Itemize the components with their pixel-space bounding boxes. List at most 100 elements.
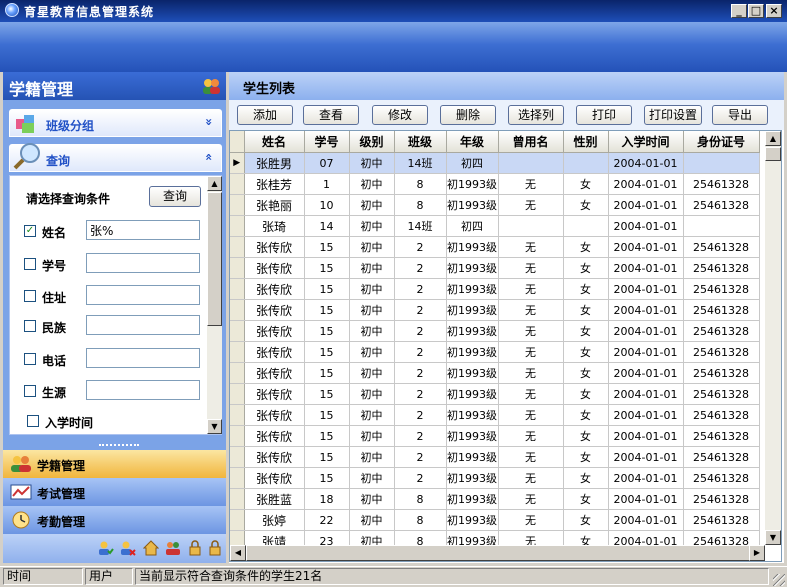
table-cell[interactable]: 15 [304, 383, 350, 405]
table-cell[interactable]: 女 [563, 509, 609, 531]
table-cell[interactable]: 25461328 [683, 278, 760, 300]
student-id-field[interactable] [86, 253, 200, 273]
table-cell[interactable]: 无 [498, 299, 564, 321]
row-indicator[interactable] [230, 236, 245, 258]
table-cell[interactable]: 2004-01-01 [608, 152, 684, 174]
table-cell[interactable]: 无 [498, 509, 564, 531]
user-delete-icon[interactable] [120, 540, 136, 556]
table-cell[interactable] [683, 152, 760, 174]
group-class-grouping[interactable]: 班级分组 » [9, 109, 222, 137]
table-cell[interactable] [683, 215, 760, 237]
table-cell[interactable]: 女 [563, 467, 609, 489]
table-cell[interactable]: 15 [304, 362, 350, 384]
table-cell[interactable]: 无 [498, 425, 564, 447]
minimize-button[interactable]: _ [731, 4, 747, 18]
maximize-button[interactable]: □ [748, 4, 764, 18]
table-cell[interactable]: 无 [498, 488, 564, 510]
table-cell[interactable]: 25461328 [683, 320, 760, 342]
table-cell[interactable]: 初1993级 [446, 236, 499, 258]
table-cell[interactable]: 2004-01-01 [608, 362, 684, 384]
table-cell[interactable]: 初1993级 [446, 341, 499, 363]
scroll-right-arrow-icon[interactable]: ▶ [749, 545, 765, 561]
home-icon[interactable] [143, 540, 159, 556]
table-cell[interactable]: 25461328 [683, 173, 760, 195]
table-cell[interactable]: 15 [304, 425, 350, 447]
table-cell[interactable]: 张传欣 [244, 383, 305, 405]
table-cell[interactable]: 初1993级 [446, 173, 499, 195]
row-indicator[interactable] [230, 362, 245, 384]
table-cell[interactable]: 1 [304, 173, 350, 195]
table-cell[interactable]: 25461328 [683, 383, 760, 405]
scroll-thumb[interactable] [207, 192, 222, 326]
source-field[interactable] [86, 380, 200, 400]
table-cell[interactable]: 25461328 [683, 341, 760, 363]
table-cell[interactable]: 8 [394, 509, 447, 531]
table-cell[interactable] [563, 152, 609, 174]
ethnicity-checkbox[interactable] [24, 320, 36, 332]
table-cell[interactable]: 张传欣 [244, 404, 305, 426]
table-row[interactable]: 张琦 14 初中 14班 初四 2004-01-01 [230, 215, 760, 237]
table-cell[interactable]: 15 [304, 257, 350, 279]
column-header[interactable]: 班级 [394, 131, 447, 153]
table-row[interactable]: 张传欣 15 初中 2 初1993级无女 2004-01-01 25461328 [230, 320, 760, 342]
scroll-up-arrow-icon[interactable]: ▲ [765, 131, 781, 146]
table-cell[interactable]: 初1993级 [446, 467, 499, 489]
table-cell[interactable]: 2004-01-01 [608, 488, 684, 510]
lock-icon[interactable] [187, 540, 203, 556]
source-checkbox[interactable] [24, 385, 36, 397]
table-cell[interactable]: 女 [563, 236, 609, 258]
table-cell[interactable]: 初四 [446, 215, 499, 237]
table-cell[interactable]: 初中 [349, 362, 395, 384]
table-cell[interactable]: 25461328 [683, 446, 760, 468]
table-cell[interactable]: 18 [304, 488, 350, 510]
row-indicator[interactable] [230, 488, 245, 510]
table-cell[interactable]: 无 [498, 467, 564, 489]
table-cell[interactable]: 无 [498, 257, 564, 279]
table-cell[interactable]: 无 [498, 236, 564, 258]
table-cell[interactable]: 15 [304, 236, 350, 258]
table-cell[interactable]: 女 [563, 362, 609, 384]
row-indicator[interactable] [230, 467, 245, 489]
table-cell[interactable]: 女 [563, 425, 609, 447]
table-cell[interactable]: 14班 [394, 152, 447, 174]
print-setup-button[interactable]: 打印设置 [644, 105, 702, 125]
table-cell[interactable]: 15 [304, 404, 350, 426]
table-cell[interactable]: 初中 [349, 446, 395, 468]
table-cell[interactable]: 14班 [394, 215, 447, 237]
table-cell[interactable]: 初中 [349, 299, 395, 321]
row-indicator[interactable] [230, 404, 245, 426]
column-header[interactable]: 性别 [563, 131, 609, 153]
table-row[interactable]: 张传欣 15 初中 2 初1993级无女 2004-01-01 25461328 [230, 425, 760, 447]
table-cell[interactable]: 初1993级 [446, 446, 499, 468]
table-cell[interactable]: 无 [498, 278, 564, 300]
table-cell[interactable]: 女 [563, 194, 609, 216]
table-cell[interactable] [498, 215, 564, 237]
table-cell[interactable]: 初中 [349, 320, 395, 342]
table-row[interactable]: 张传欣 15 初中 2 初1993级无女 2004-01-01 25461328 [230, 257, 760, 279]
table-cell[interactable]: 初中 [349, 341, 395, 363]
table-cell[interactable]: 14 [304, 215, 350, 237]
add-button[interactable]: 添加 [237, 105, 293, 125]
table-cell[interactable]: 女 [563, 446, 609, 468]
table-cell[interactable]: 2 [394, 257, 447, 279]
row-indicator[interactable] [230, 278, 245, 300]
table-cell[interactable]: 张传欣 [244, 446, 305, 468]
table-cell[interactable]: 2004-01-01 [608, 467, 684, 489]
table-cell[interactable]: 25461328 [683, 488, 760, 510]
row-indicator[interactable] [230, 320, 245, 342]
table-cell[interactable]: 张传欣 [244, 467, 305, 489]
table-cell[interactable]: 初1993级 [446, 278, 499, 300]
splitter-grip[interactable] [99, 444, 139, 449]
row-indicator[interactable] [230, 194, 245, 216]
table-vertical-scrollbar[interactable]: ▲ ▼ [765, 131, 781, 545]
table-cell[interactable]: 初中 [349, 152, 395, 174]
table-cell[interactable]: 2 [394, 341, 447, 363]
table-cell[interactable]: 初1993级 [446, 257, 499, 279]
chevron-down-icon[interactable]: » [202, 118, 216, 126]
table-cell[interactable]: 8 [394, 173, 447, 195]
table-cell[interactable]: 初1993级 [446, 509, 499, 531]
table-cell[interactable]: 2004-01-01 [608, 278, 684, 300]
table-cell[interactable]: 2004-01-01 [608, 173, 684, 195]
table-cell[interactable]: 25461328 [683, 467, 760, 489]
table-cell[interactable]: 初1993级 [446, 320, 499, 342]
